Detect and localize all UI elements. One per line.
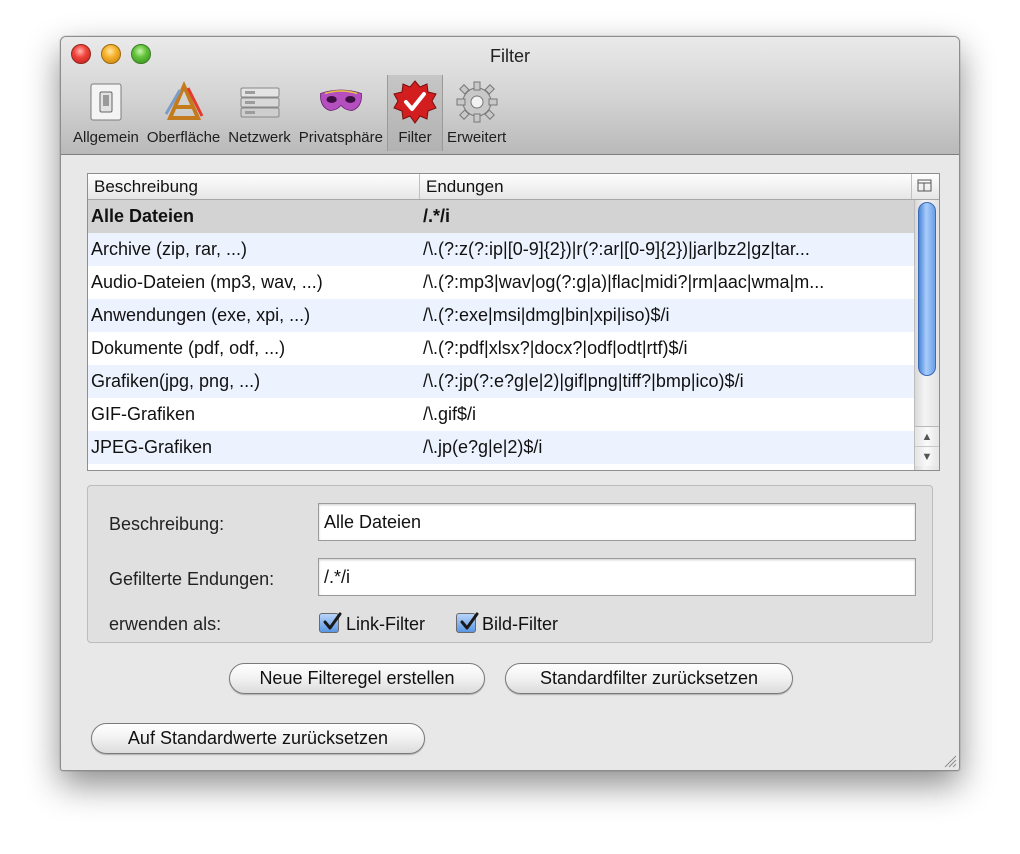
row-extensions: /\.(?:z(?:ip|[0-9]{2})|r(?:ar|[0-9]{2})|… [423, 239, 810, 259]
extensions-input[interactable] [318, 558, 916, 596]
table-row[interactable]: JPEG-Grafiken /\.jp(e?g|e|2)$/i [88, 431, 914, 464]
table-row[interactable]: GIF-Grafiken /\.gif$/i [88, 398, 914, 431]
filter-table: Beschreibung Endungen Alle Dateien /.*/i… [87, 173, 940, 471]
toolbar-label: Privatsphäre [298, 129, 383, 146]
column-divider [911, 174, 912, 199]
link-filter-label[interactable]: Link-Filter [346, 614, 425, 635]
toolbar-label: Allgemein [73, 129, 139, 146]
row-description: Anwendungen (exe, xpi, ...) [91, 305, 311, 325]
row-extensions: /\.(?:exe|msi|dmg|bin|xpi|iso)$/i [423, 305, 670, 325]
image-filter-label[interactable]: Bild-Filter [482, 614, 558, 635]
filter-edit-group: Beschreibung: Gefilterte Endungen: erwen… [87, 485, 933, 643]
filter-badge-icon [392, 79, 438, 125]
scrollbar-thumb[interactable] [918, 202, 936, 376]
new-filter-rule-button[interactable]: Neue Filteregel erstellen [229, 663, 485, 694]
vertical-scrollbar[interactable]: ▲ ▼ [914, 200, 939, 470]
row-description: Audio-Dateien (mp3, wav, ...) [91, 272, 323, 292]
description-label: Beschreibung: [109, 514, 225, 534]
scroll-down-arrow-icon[interactable]: ▼ [915, 446, 939, 466]
table-row[interactable]: Archive (zip, rar, ...) /\.(?:z(?:ip|[0-… [88, 233, 914, 266]
scroll-up-arrow-icon[interactable]: ▲ [915, 426, 939, 446]
toolbar-item-oberflaeche[interactable]: Oberfläche [143, 75, 224, 151]
use-as-label: erwenden als: [109, 614, 222, 634]
title-bar: Filter Allgemein Oberfläche Netzwerk Pri… [61, 37, 959, 155]
table-row[interactable]: Audio-Dateien (mp3, wav, ...) /\.(?:mp3|… [88, 266, 914, 299]
reset-default-filters-button[interactable]: Standardfilter zurücksetzen [505, 663, 793, 694]
row-extensions: /.*/i [423, 206, 451, 226]
description-input[interactable] [318, 503, 916, 541]
toolbar-label: Oberfläche [146, 129, 221, 146]
row-description: JPEG-Grafiken [91, 437, 213, 457]
mask-icon [318, 79, 364, 125]
toolbar-label: Netzwerk [228, 129, 291, 146]
toolbar-label: Erweitert [446, 129, 507, 146]
column-header-beschreibung[interactable]: Beschreibung [94, 177, 198, 197]
column-header-endungen[interactable]: Endungen [426, 177, 504, 197]
extensions-label: Gefilterte Endungen: [109, 569, 275, 589]
checkmark-icon [460, 612, 479, 630]
row-extensions: /\.gif$/i [423, 404, 477, 424]
table-body: Alle Dateien /.*/i Archive (zip, rar, ..… [88, 200, 914, 464]
toolbar-label: Filter [398, 129, 432, 146]
table-row[interactable]: Dokumente (pdf, odf, ...) /\.(?:pdf|xlsx… [88, 332, 914, 365]
row-description: GIF-Grafiken [91, 404, 196, 424]
link-filter-checkbox[interactable] [319, 612, 342, 633]
preferences-window: Filter Allgemein Oberfläche Netzwerk Pri… [60, 36, 960, 771]
window-title: Filter [490, 46, 530, 66]
reset-to-defaults-button[interactable]: Auf Standardwerte zurücksetzen [91, 723, 425, 754]
row-description: Dokumente (pdf, odf, ...) [91, 338, 286, 358]
toolbar-item-netzwerk[interactable]: Netzwerk [224, 75, 295, 151]
toolbar-item-erweitert[interactable]: Erweitert [443, 75, 510, 151]
row-description: Alle Dateien [91, 206, 195, 226]
table-row[interactable]: Alle Dateien /.*/i [88, 200, 914, 233]
network-icon [237, 79, 283, 125]
row-extensions: /\.jp(e?g|e|2)$/i [423, 437, 543, 457]
toolbar-item-allgemein[interactable]: Allgemein [69, 75, 143, 151]
toolbar-item-filter[interactable]: Filter [386, 75, 443, 151]
switch-icon [83, 79, 129, 125]
row-extensions: /\.(?:pdf|xlsx?|docx?|odf|odt|rtf)$/i [423, 338, 688, 358]
gear-icon [454, 79, 500, 125]
image-filter-checkbox[interactable] [456, 612, 479, 633]
table-row[interactable]: Grafiken(jpg, png, ...) /\.(?:jp(?:e?g|e… [88, 365, 914, 398]
row-extensions: /\.(?:jp(?:e?g|e|2)|gif|png|tiff?|bmp|ic… [423, 371, 744, 391]
appearance-icon [161, 79, 207, 125]
row-description: Grafiken(jpg, png, ...) [91, 371, 261, 391]
checkmark-icon [323, 612, 342, 630]
row-description: Archive (zip, rar, ...) [91, 239, 248, 259]
preferences-toolbar: Allgemein Oberfläche Netzwerk Privatsphä… [69, 75, 510, 151]
toolbar-item-privatsphaere[interactable]: Privatsphäre [295, 75, 387, 151]
table-row[interactable]: Anwendungen (exe, xpi, ...) /\.(?:exe|ms… [88, 299, 914, 332]
row-extensions: /\.(?:mp3|wav|og(?:g|a)|flac|midi?|rm|aa… [423, 272, 825, 292]
column-selector-icon[interactable] [916, 178, 934, 194]
column-divider [419, 174, 420, 199]
table-header: Beschreibung Endungen [88, 174, 939, 200]
resize-grip-icon[interactable] [941, 752, 957, 768]
